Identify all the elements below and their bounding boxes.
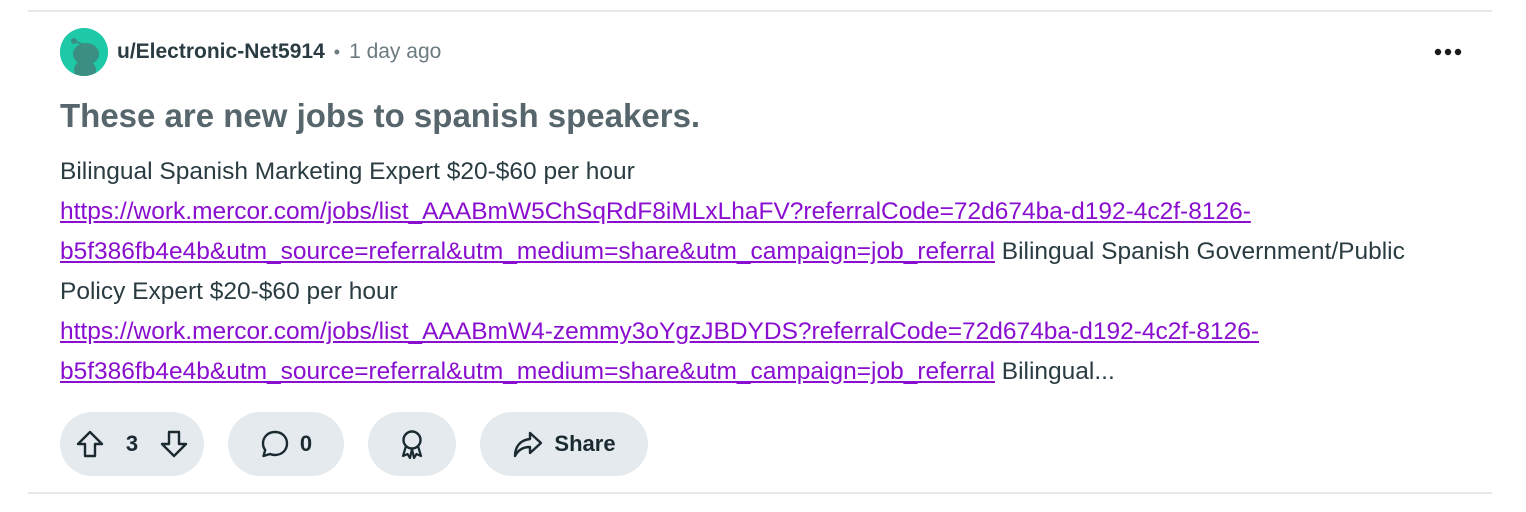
post-card[interactable]: u/Electronic-Net5914 • 1 day ago These a… bbox=[60, 28, 1480, 392]
more-options-icon[interactable] bbox=[1426, 36, 1470, 68]
downvote-arrow-icon[interactable] bbox=[158, 428, 190, 460]
share-arrow-icon bbox=[512, 429, 544, 459]
vote-control: 3 bbox=[60, 412, 204, 476]
post-body: Bilingual Spanish Marketing Expert $20-$… bbox=[60, 152, 1440, 392]
upvote-arrow-icon[interactable] bbox=[74, 428, 106, 460]
body-text-line: Bilingual Spanish Marketing Expert $20-$… bbox=[60, 158, 635, 185]
meta-separator: • bbox=[333, 41, 341, 62]
top-divider bbox=[28, 10, 1492, 12]
award-button[interactable] bbox=[368, 412, 456, 476]
share-label: Share bbox=[554, 431, 616, 456]
comments-button[interactable]: 0 bbox=[228, 412, 344, 476]
post-header: u/Electronic-Net5914 • 1 day ago bbox=[60, 28, 1480, 76]
comment-count: 0 bbox=[299, 431, 313, 456]
award-icon bbox=[397, 428, 427, 460]
post-title[interactable]: These are new jobs to spanish speakers. bbox=[60, 96, 1480, 136]
post-timestamp: 1 day ago bbox=[349, 40, 442, 63]
body-text-truncated: Bilingual... bbox=[1001, 358, 1115, 385]
snoo-avatar-icon[interactable] bbox=[60, 28, 108, 76]
comment-bubble-icon bbox=[260, 429, 290, 459]
post-actions-bar: 3 0 Share bbox=[60, 412, 648, 476]
vote-count: 3 bbox=[125, 431, 139, 456]
bottom-divider bbox=[28, 492, 1492, 494]
post-author[interactable]: u/Electronic-Net5914 bbox=[117, 40, 325, 64]
share-button[interactable]: Share bbox=[480, 412, 648, 476]
